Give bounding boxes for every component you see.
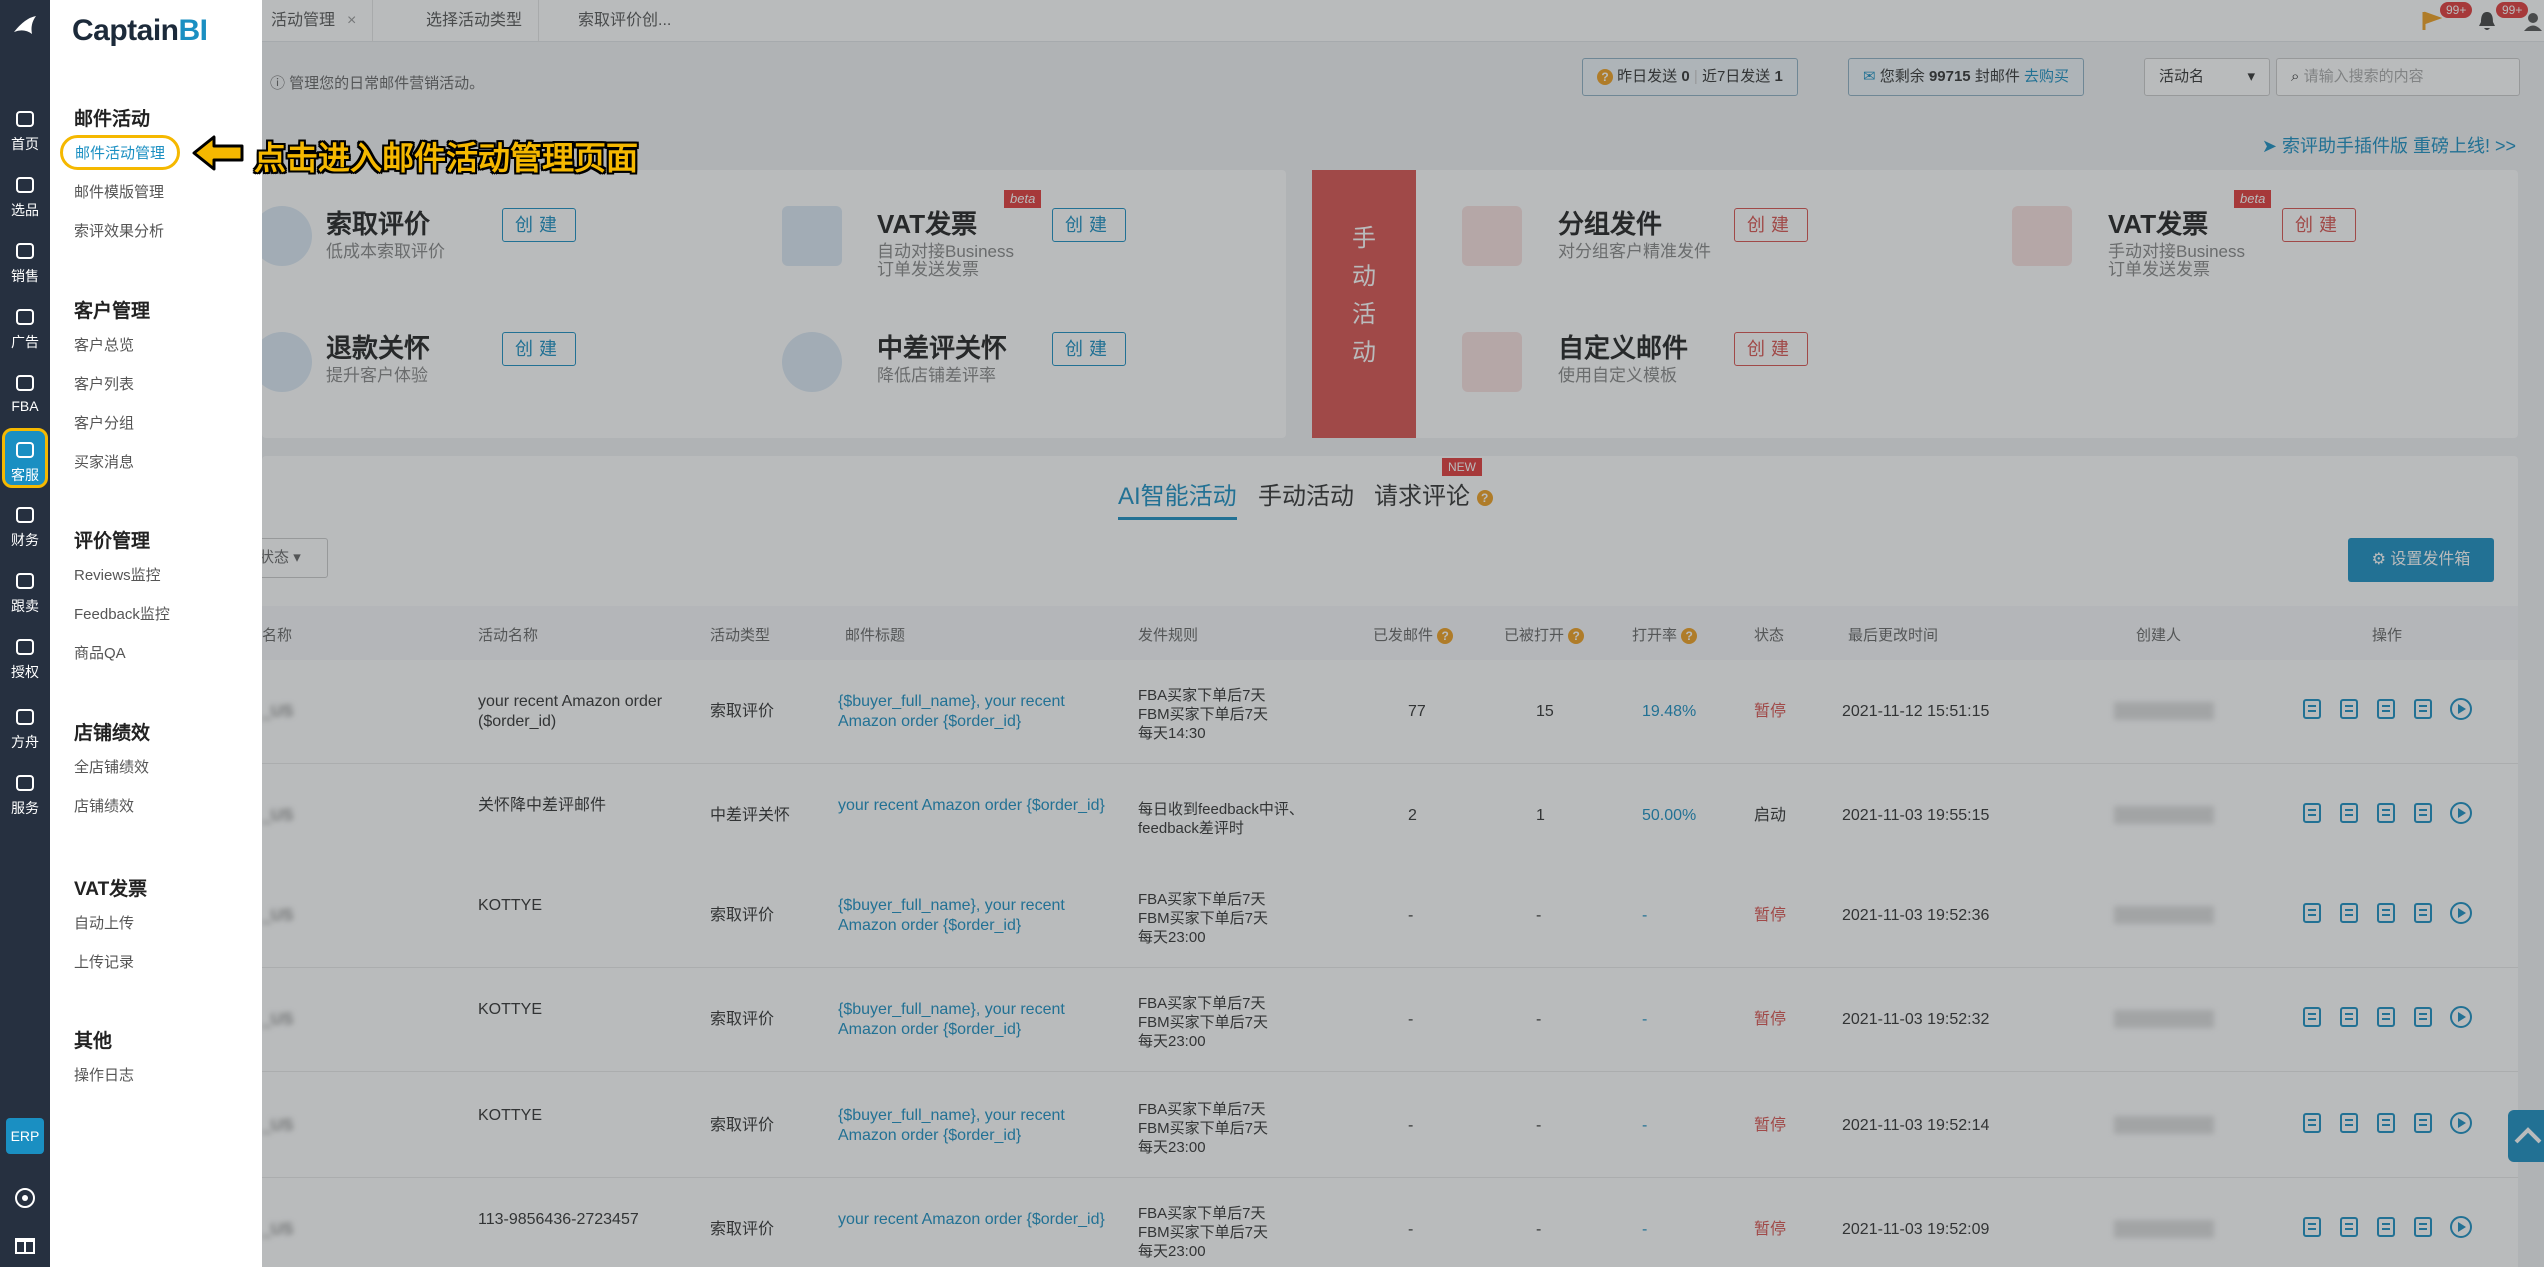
- menu-group-heading: 评价管理: [74, 531, 151, 552]
- rail-item-ad[interactable]: 广告: [0, 298, 50, 358]
- rail-item-shield[interactable]: 授权: [0, 628, 50, 688]
- menu-item[interactable]: 商品QA: [74, 642, 126, 663]
- rail-item-ark[interactable]: 方舟: [0, 698, 50, 758]
- callout-text: 点击进入邮件活动管理页面: [254, 140, 639, 176]
- rail-item-label: 广告: [11, 334, 39, 350]
- rail-item-label: 授权: [11, 664, 39, 680]
- headset-icon[interactable]: [13, 1186, 37, 1210]
- menu-item[interactable]: 操作日志: [74, 1064, 134, 1085]
- menu-item[interactable]: Feedback监控: [74, 603, 170, 624]
- menu-group-heading: 客户管理: [74, 301, 151, 322]
- rail-item-label: 销售: [11, 268, 39, 284]
- menu-group-heading: 邮件活动: [74, 109, 151, 130]
- erp-button[interactable]: ERP: [6, 1118, 44, 1154]
- ad-icon: [16, 309, 34, 325]
- brand-logo[interactable]: CaptainBI: [72, 14, 208, 48]
- home-icon: [16, 111, 34, 127]
- menu-item[interactable]: 邮件模版管理: [74, 181, 164, 202]
- menu-item[interactable]: 店铺绩效: [74, 795, 134, 816]
- rail-item-finance[interactable]: 财务: [0, 496, 50, 556]
- service-icon: [16, 442, 34, 458]
- rail-item-search[interactable]: 选品: [0, 166, 50, 226]
- menu-item[interactable]: Reviews监控: [74, 564, 161, 585]
- chart-icon: [16, 243, 34, 259]
- rail-item-briefcase[interactable]: 服务: [0, 764, 50, 824]
- gift-icon[interactable]: [13, 1232, 37, 1256]
- menu-group-heading: 其他: [74, 1031, 113, 1052]
- menu-item[interactable]: 客户分组: [74, 412, 134, 433]
- menu-item[interactable]: 自动上传: [74, 912, 134, 933]
- brand-prefix: Captain: [72, 14, 179, 47]
- menu-group-heading: VAT发票: [74, 879, 148, 900]
- brand-suffix: BI: [178, 14, 209, 47]
- ark-icon: [16, 709, 34, 725]
- menu-item[interactable]: 上传记录: [74, 951, 134, 972]
- dim-overlay: [262, 0, 2544, 1267]
- menu-item[interactable]: 索评效果分析: [74, 220, 164, 241]
- finance-icon: [16, 507, 34, 523]
- rail-item-pie[interactable]: 跟卖: [0, 562, 50, 622]
- rail-item-chart[interactable]: 销售: [0, 232, 50, 292]
- icon-rail: 首页选品销售广告 FBA 客服财务跟卖授权方舟服务 ERP: [0, 0, 50, 1267]
- rail-item-label: 选品: [11, 202, 39, 218]
- rail-item-label: 财务: [11, 532, 39, 548]
- arrow-left-icon: [192, 135, 244, 171]
- shield-icon: [16, 639, 34, 655]
- rail-item-label: 方舟: [11, 734, 39, 750]
- menu-item[interactable]: 邮件活动管理: [60, 135, 181, 170]
- menu-item[interactable]: 买家消息: [74, 451, 134, 472]
- rail-item-label: 客服: [11, 467, 39, 483]
- warehouse-icon: [16, 375, 34, 391]
- pie-icon: [16, 573, 34, 589]
- menu-item[interactable]: 客户总览: [74, 334, 134, 355]
- rail-item-label: 服务: [11, 800, 39, 816]
- menu-item[interactable]: 全店铺绩效: [74, 756, 149, 777]
- rail-item-label: 跟卖: [11, 598, 39, 614]
- customer-service-menu: CaptainBI 邮件活动邮件活动管理邮件模版管理 索评效果分析 客户管理客户总览…: [50, 0, 262, 1267]
- rail-item-label: FBA: [11, 398, 39, 414]
- logo-icon: [14, 16, 36, 34]
- search-icon: [16, 177, 34, 193]
- rail-item-label: 首页: [11, 136, 39, 152]
- rail-item-home[interactable]: 首页: [0, 100, 50, 160]
- rail-item-service[interactable]: 客服: [2, 428, 48, 488]
- briefcase-icon: [16, 775, 34, 791]
- menu-group-heading: 店铺绩效: [74, 723, 151, 744]
- menu-item[interactable]: 客户列表: [74, 373, 134, 394]
- rail-item-warehouse[interactable]: FBA: [0, 364, 50, 424]
